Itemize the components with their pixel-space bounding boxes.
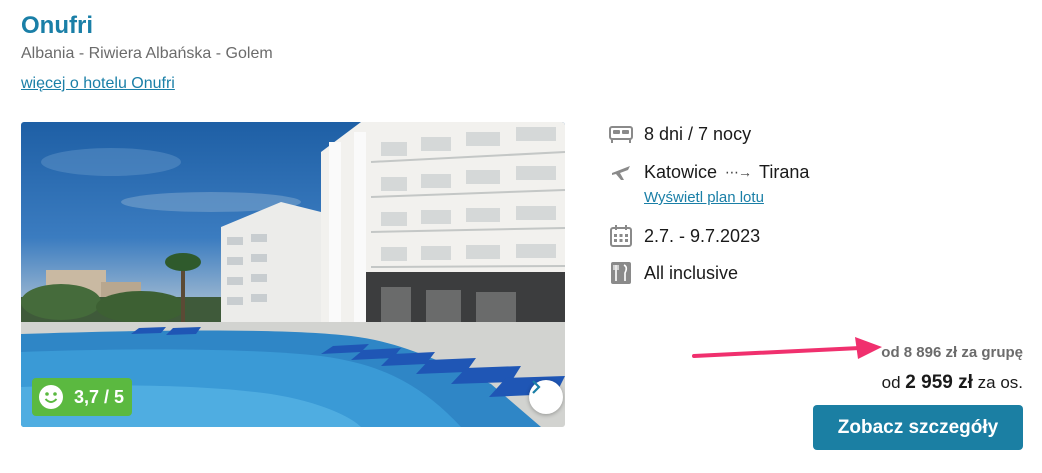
chevron-right-icon bbox=[532, 380, 541, 394]
rating-value: 3,7 / 5 bbox=[74, 386, 125, 407]
duration-text: 8 dni / 7 nocy bbox=[644, 123, 752, 144]
plane-icon bbox=[609, 160, 633, 184]
calendar-icon bbox=[609, 224, 633, 248]
rating-badge: 3,7 / 5 bbox=[32, 378, 133, 416]
cutlery-icon bbox=[609, 261, 633, 285]
person-price-amount: 2 959 zł bbox=[905, 372, 973, 393]
flight-plan-link[interactable]: Wyświetl plan lotu bbox=[644, 189, 764, 206]
board-text: All inclusive bbox=[644, 262, 739, 283]
flight-to: Tirana bbox=[759, 161, 810, 182]
flight-row: Katowice ⋯→ Tirana bbox=[609, 160, 809, 184]
duration-row: 8 dni / 7 nocy bbox=[609, 122, 751, 146]
person-price-suffix: za os. bbox=[977, 373, 1023, 392]
flight-from: Katowice bbox=[644, 161, 718, 182]
hotel-location: Albania - Riwiera Albańska - Golem bbox=[21, 45, 273, 62]
photo-next-button[interactable] bbox=[529, 380, 563, 414]
board-row: All inclusive bbox=[609, 261, 738, 285]
person-price-prefix: od bbox=[881, 373, 901, 392]
group-price: od 8 896 zł za grupę bbox=[881, 344, 1023, 361]
flight-arrow: ⋯→ bbox=[725, 163, 752, 180]
smiley-icon bbox=[39, 385, 63, 409]
hotel-title: Onufri bbox=[21, 12, 93, 39]
person-price: od 2 959 zł za os. bbox=[882, 372, 1023, 394]
details-button[interactable]: Zobacz szczegóły bbox=[813, 405, 1023, 450]
annotation-arrow-icon bbox=[692, 337, 882, 359]
dates-text: 2.7. - 9.7.2023 bbox=[644, 225, 761, 246]
bed-icon bbox=[609, 122, 633, 146]
hotel-more-link[interactable]: więcej o hotelu Onufri bbox=[21, 75, 175, 93]
dates-row: 2.7. - 9.7.2023 bbox=[609, 224, 760, 248]
